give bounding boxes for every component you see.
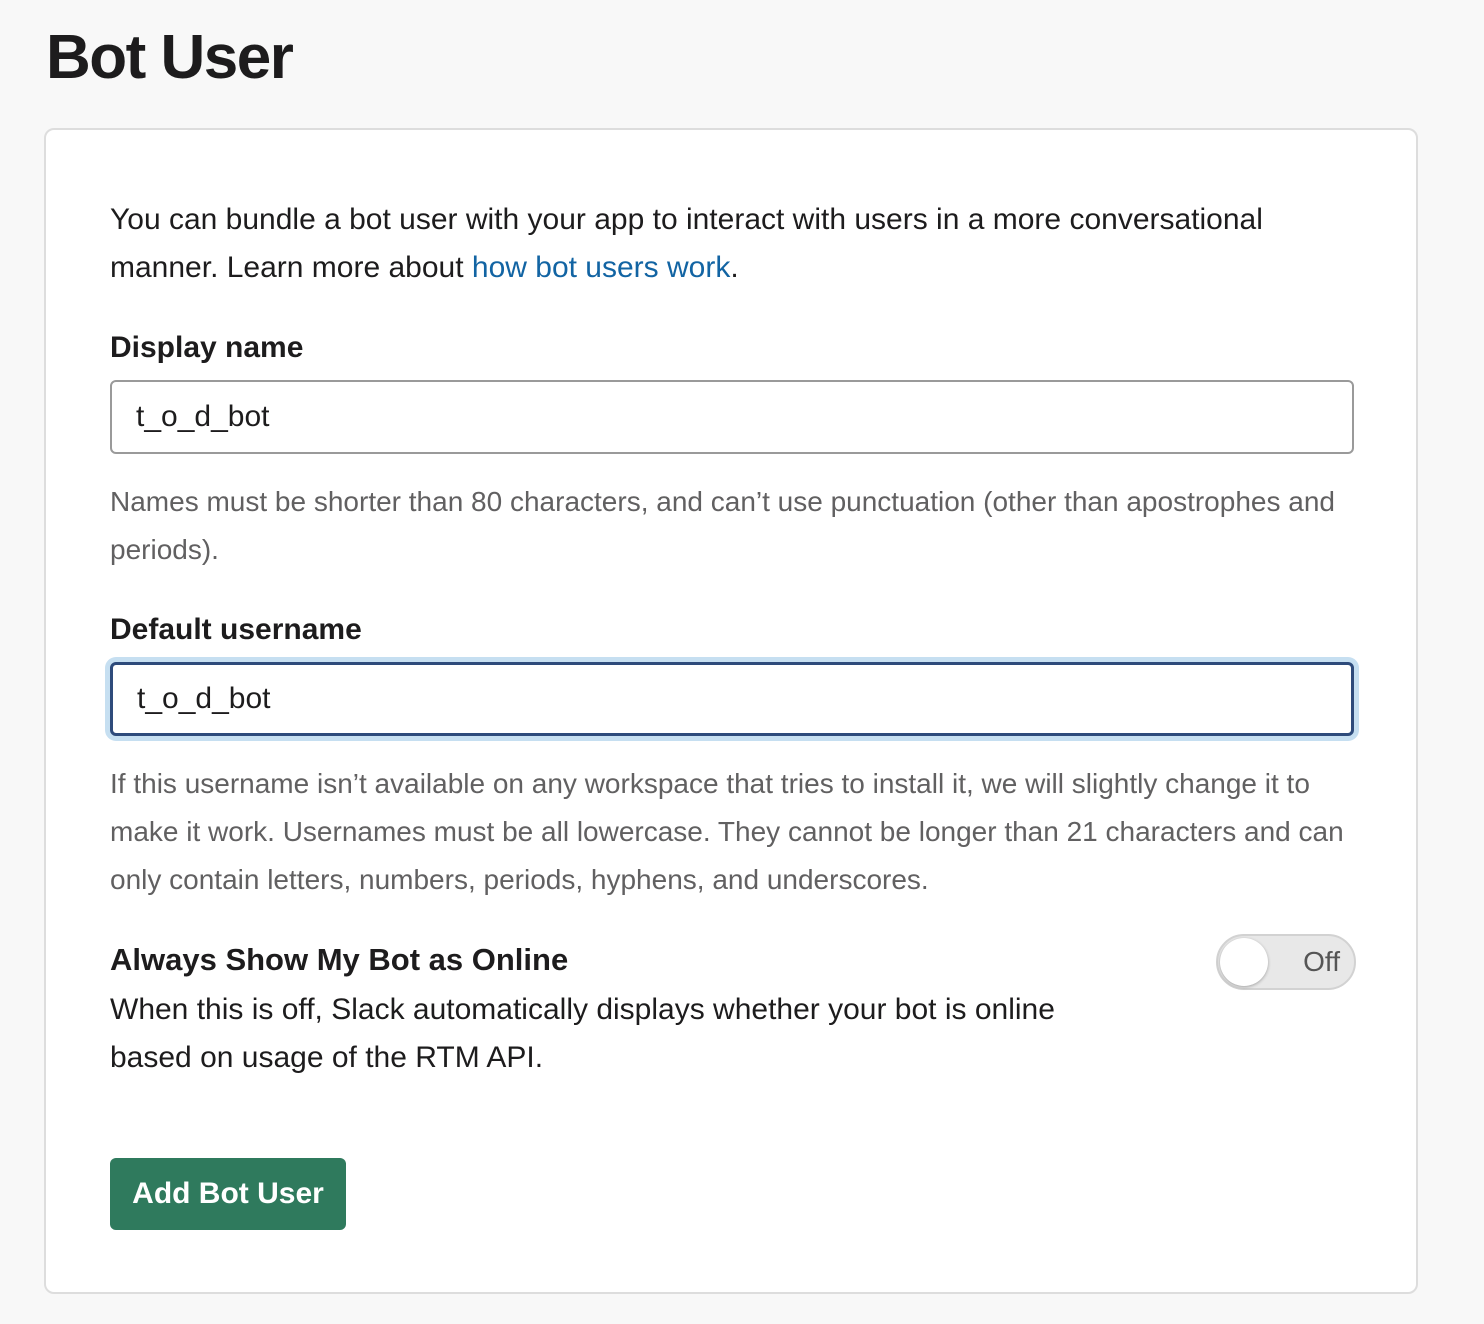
intro-text: You can bundle a bot user with your app …: [110, 196, 1360, 292]
always-online-toggle[interactable]: Off: [1216, 934, 1356, 990]
toggle-state-label: Off: [1303, 946, 1340, 977]
default-username-label: Default username: [110, 613, 362, 646]
add-bot-user-button[interactable]: Add Bot User: [110, 1158, 346, 1230]
default-username-input[interactable]: [110, 662, 1354, 736]
how-bot-users-work-link[interactable]: how bot users work: [472, 251, 730, 284]
always-online-description: When this is off, Slack automatically di…: [110, 993, 1055, 1074]
display-name-input[interactable]: [110, 380, 1354, 454]
display-name-help: Names must be shorter than 80 characters…: [110, 486, 1335, 565]
display-name-label: Display name: [110, 331, 304, 364]
always-online-title: Always Show My Bot as Online: [110, 942, 569, 977]
bot-user-card: You can bundle a bot user with your app …: [44, 128, 1418, 1294]
page-title: Bot User: [46, 23, 294, 92]
toggle-knob: [1220, 938, 1268, 986]
intro-suffix: .: [730, 251, 739, 284]
default-username-help: If this username isn’t available on any …: [110, 768, 1344, 895]
